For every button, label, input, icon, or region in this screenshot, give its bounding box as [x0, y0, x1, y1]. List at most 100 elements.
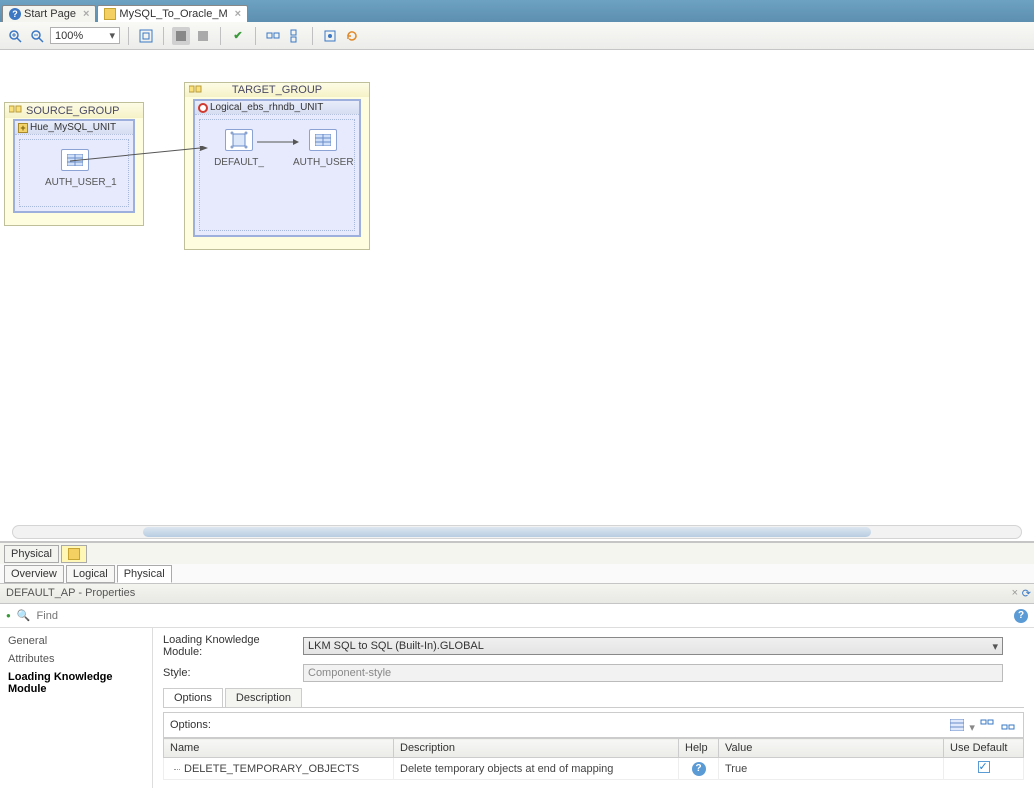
table-icon	[61, 149, 89, 171]
close-icon[interactable]: ×	[1012, 587, 1018, 599]
properties-title: DEFAULT_AP - Properties	[6, 587, 135, 599]
col-value[interactable]: Value	[719, 739, 944, 758]
expand-icon[interactable]	[264, 27, 282, 45]
grid-icon[interactable]	[172, 27, 190, 45]
target-group[interactable]: TARGET_GROUP Logical_ebs_rhndb_UNIT DEFA…	[184, 82, 370, 250]
plus-icon[interactable]: +	[18, 123, 28, 133]
col-use-default[interactable]: Use Default	[944, 739, 1024, 758]
properties-body: General Attributes Loading Knowledge Mod…	[0, 628, 1034, 788]
subtab-overview[interactable]: Overview	[4, 565, 64, 583]
diag-tab-physical-label: Physical	[11, 548, 52, 560]
subtab-logical[interactable]: Logical	[66, 565, 115, 583]
properties-main: Loading Knowledge Module: LKM SQL to SQL…	[153, 628, 1034, 788]
subtab-physical[interactable]: Physical	[117, 565, 172, 583]
close-icon[interactable]: ×	[235, 8, 241, 20]
options-table: Name Description Help Value Use Default …	[163, 738, 1024, 780]
col-help[interactable]: Help	[679, 739, 719, 758]
source-group-label: SOURCE_GROUP	[26, 105, 120, 117]
refresh-icon[interactable]	[343, 27, 361, 45]
target-group-label: TARGET_GROUP	[232, 84, 322, 96]
subtab-physical-label: Physical	[124, 568, 165, 580]
option-tabs: Options Description	[163, 688, 1024, 708]
source-group-title: SOURCE_GROUP	[5, 103, 143, 118]
toolbar: 100% ▾ ✔	[0, 22, 1034, 50]
mapping-canvas[interactable]: SOURCE_GROUP + Hue_MySQL_UNIT AUTH_USER_…	[0, 50, 1034, 542]
designer-icon	[68, 548, 80, 560]
help-icon[interactable]: ?	[692, 762, 706, 776]
subtab-overview-label: Overview	[11, 568, 57, 580]
opt-tab-description[interactable]: Description	[225, 688, 302, 707]
table-row[interactable]: DELETE_TEMPORARY_OBJECTS Delete temporar…	[164, 758, 1024, 780]
table-view-icon[interactable]	[948, 716, 966, 734]
source-group[interactable]: SOURCE_GROUP + Hue_MySQL_UNIT AUTH_USER_…	[4, 102, 144, 226]
cat-lkm-label: Loading Knowledge Module	[8, 671, 113, 695]
lkm-select[interactable]: LKM SQL to SQL (Built-In).GLOBAL	[303, 637, 1003, 655]
target-node[interactable]: AUTH_USER	[293, 129, 353, 168]
target-unit[interactable]: Logical_ebs_rhndb_UNIT DEFAULT_ AUTH_USE…	[193, 99, 361, 237]
cat-attributes[interactable]: Attributes	[0, 650, 152, 668]
find-row: ● 🔍 ?	[0, 604, 1034, 628]
source-unit-title: + Hue_MySQL_UNIT	[15, 121, 133, 135]
col-name[interactable]: Name	[164, 739, 394, 758]
cat-general[interactable]: General	[0, 632, 152, 650]
table-icon	[309, 129, 337, 151]
search-icon: 🔍	[17, 609, 31, 622]
tab-start-label: Start Page	[24, 8, 76, 20]
zoom-value: 100%	[55, 30, 83, 42]
collapse-all-icon[interactable]	[999, 716, 1017, 734]
zoom-level[interactable]: 100% ▾	[50, 27, 120, 44]
cat-general-label: General	[8, 635, 47, 647]
diag-tab-designer[interactable]	[61, 545, 87, 563]
cat-attributes-label: Attributes	[8, 653, 54, 665]
hscrollbar[interactable]	[12, 525, 1022, 539]
row-name: DELETE_TEMPORARY_OBJECTS	[184, 763, 359, 775]
opt-tab-options-label: Options	[174, 692, 212, 704]
use-default-checkbox[interactable]	[978, 761, 990, 773]
source-node-label: AUTH_USER_1	[45, 177, 117, 188]
style-label: Style:	[163, 667, 293, 679]
lkm-value: LKM SQL to SQL (Built-In).GLOBAL	[308, 640, 484, 652]
style-readonly: Component-style	[303, 664, 1003, 682]
opt-tab-options[interactable]: Options	[163, 688, 223, 707]
group-icon	[9, 104, 23, 117]
opt-tab-description-label: Description	[236, 692, 291, 704]
attach-icon[interactable]	[321, 27, 339, 45]
tab-start-page[interactable]: ? Start Page ×	[2, 5, 96, 22]
help-icon[interactable]: ?	[1014, 609, 1028, 623]
default-ap-label: DEFAULT_	[214, 157, 264, 168]
properties-categories: General Attributes Loading Knowledge Mod…	[0, 628, 153, 788]
grid2-icon[interactable]	[194, 27, 212, 45]
help-icon[interactable]: ⟳	[1022, 587, 1031, 600]
default-ap-node[interactable]: DEFAULT_	[209, 129, 269, 168]
row-value: True	[725, 763, 747, 775]
target-group-title: TARGET_GROUP	[185, 83, 369, 97]
chevron-down-icon: ▾	[109, 29, 115, 42]
zoom-in-icon[interactable]	[6, 27, 24, 45]
tab-mapping-label: MySQL_To_Oracle_M	[119, 8, 227, 20]
cat-lkm[interactable]: Loading Knowledge Module	[0, 668, 152, 698]
source-unit[interactable]: + Hue_MySQL_UNIT AUTH_USER_1	[13, 119, 135, 213]
properties-titlebar: DEFAULT_AP - Properties × ⟳	[0, 584, 1034, 604]
zoom-out-icon[interactable]	[28, 27, 46, 45]
mapping-subtabs: Overview Logical Physical	[0, 564, 1034, 584]
lkm-label: Loading Knowledge Module:	[163, 634, 293, 658]
tab-mapping[interactable]: MySQL_To_Oracle_M ×	[97, 5, 248, 22]
subtab-logical-label: Logical	[73, 568, 108, 580]
fit-icon[interactable]	[137, 27, 155, 45]
col-description[interactable]: Description	[394, 739, 679, 758]
find-input[interactable]	[37, 610, 1008, 622]
question-icon: ?	[9, 8, 21, 20]
check-icon[interactable]: ✔	[229, 27, 247, 45]
diagram-view-tabs: Physical	[0, 542, 1034, 564]
source-node[interactable]: AUTH_USER_1	[45, 149, 105, 188]
row-desc: Delete temporary objects at end of mappi…	[400, 763, 613, 775]
mapping-icon	[104, 8, 116, 20]
expand-all-icon[interactable]	[978, 716, 996, 734]
options-bar: Options: ▾	[163, 712, 1024, 738]
diag-tab-physical[interactable]: Physical	[4, 545, 59, 563]
join-icon	[225, 129, 253, 151]
bullet-icon: ●	[6, 611, 11, 620]
close-icon[interactable]: ×	[83, 8, 89, 20]
target-unit-title: Logical_ebs_rhndb_UNIT	[195, 101, 359, 115]
collapse-icon[interactable]	[286, 27, 304, 45]
